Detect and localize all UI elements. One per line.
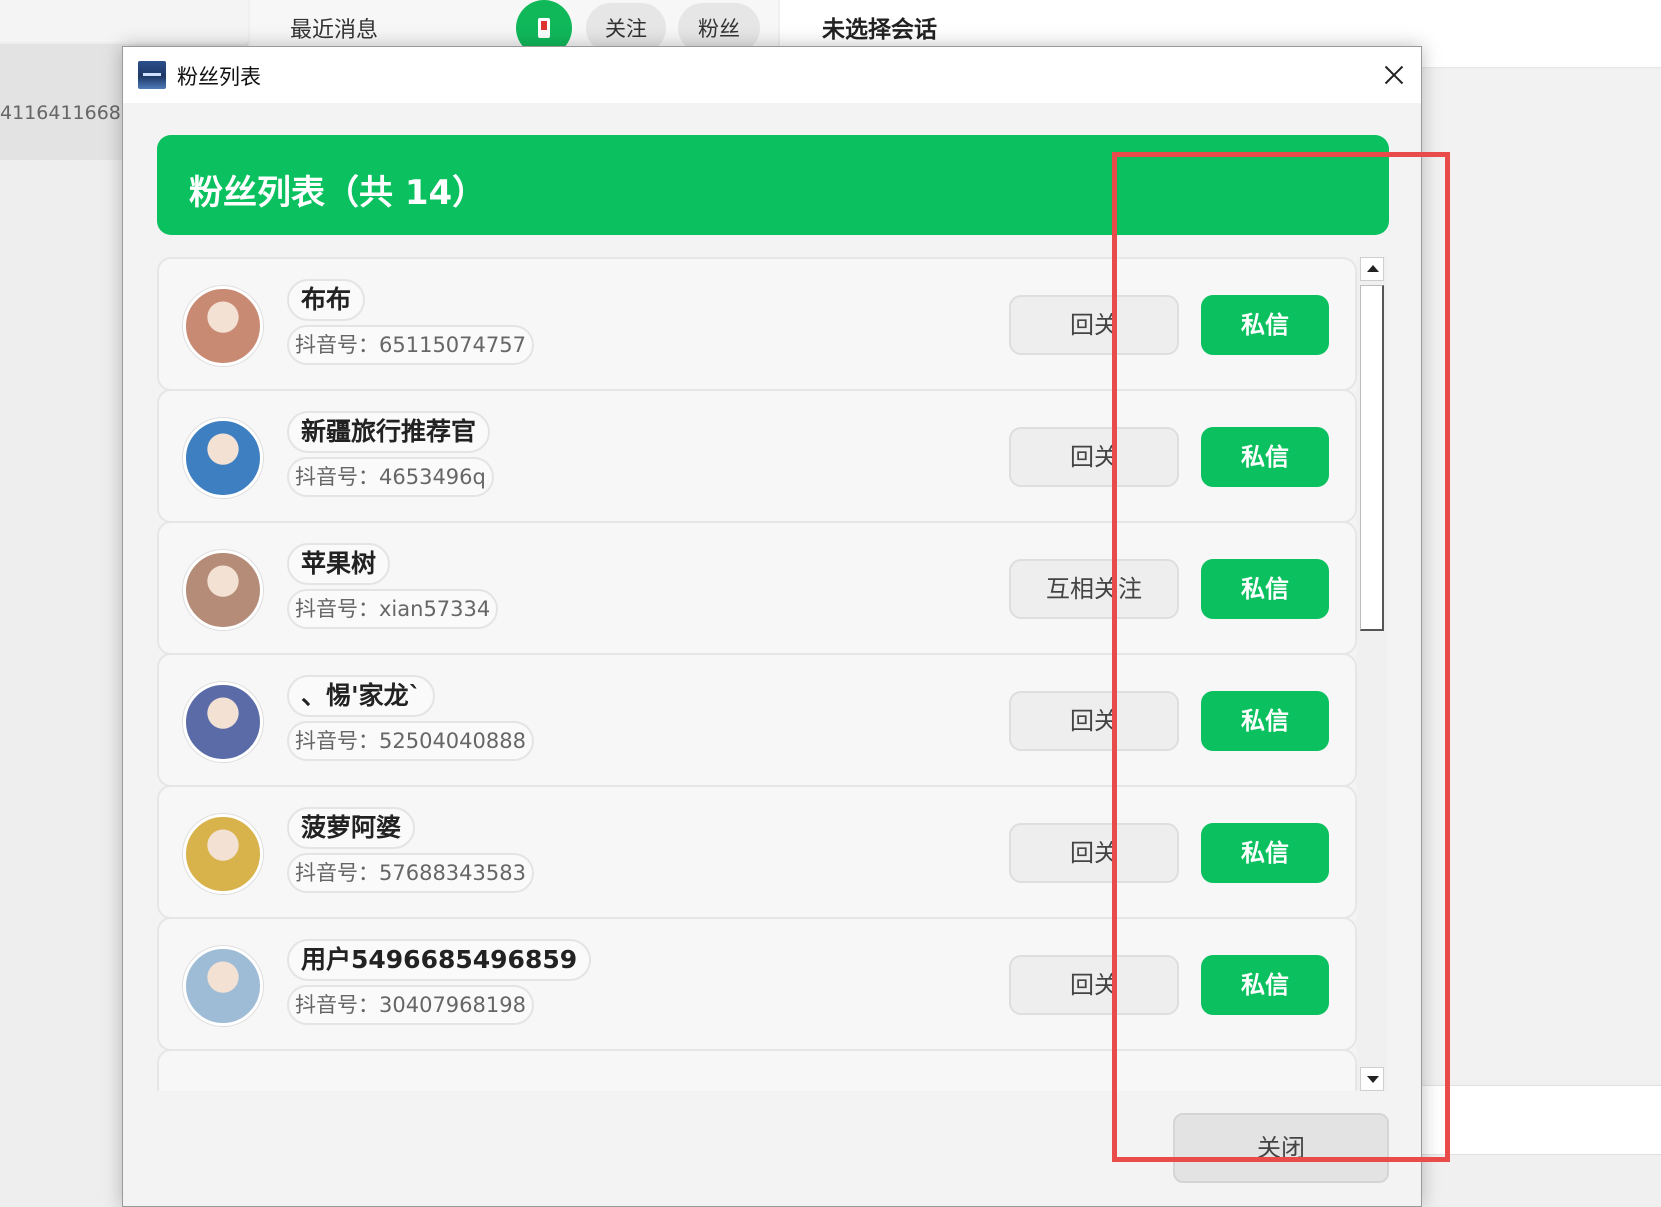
app-logo-icon <box>138 61 166 89</box>
avatar[interactable] <box>183 550 263 630</box>
avatar[interactable] <box>183 286 263 366</box>
direct-message-button[interactable]: 私信 <box>1201 427 1329 487</box>
scrollbar-thumb[interactable] <box>1360 285 1384 631</box>
close-icon[interactable] <box>1365 47 1421 103</box>
fan-douyin-id: 抖音号：30407968198 <box>287 985 534 1025</box>
tab-recent-messages[interactable]: 最近消息 <box>290 12 378 44</box>
background-session-id: 41164116680 <box>0 102 133 124</box>
fan-row: 新疆旅行推荐官 抖音号：4653496q 回关 私信 <box>157 389 1357 523</box>
fans-list-header-text: 粉丝列表（共 14） <box>189 173 487 213</box>
fan-row: 菠萝阿婆 抖音号：57688343583 回关 私信 <box>157 785 1357 919</box>
conversation-body <box>1422 70 1661 1080</box>
fans-list-dialog: 粉丝列表 粉丝列表（共 14） 布布 抖音号：65115074757 回关 私信… <box>122 46 1422 1207</box>
follow-back-button[interactable]: 回关 <box>1009 823 1179 883</box>
fan-row: 苹果树 抖音号：xian57334 互相关注 私信 <box>157 521 1357 655</box>
fan-name: 布布 <box>287 279 366 321</box>
scroll-up-icon[interactable] <box>1360 257 1384 281</box>
fan-name: 用户5496685496859 <box>287 939 592 981</box>
fan-douyin-id: 抖音号：57688343583 <box>287 853 534 893</box>
direct-message-button[interactable]: 私信 <box>1201 955 1329 1015</box>
direct-message-button[interactable]: 私信 <box>1201 295 1329 355</box>
close-button[interactable]: 关闭 <box>1173 1113 1389 1183</box>
no-session-label: 未选择会话 <box>822 17 937 43</box>
fan-name: 新疆旅行推荐官 <box>287 411 491 453</box>
scroll-down-icon[interactable] <box>1360 1067 1384 1091</box>
phone-icon <box>538 18 550 38</box>
dialog-titlebar: 粉丝列表 <box>123 47 1421 103</box>
avatar[interactable] <box>183 946 263 1026</box>
avatar[interactable] <box>183 814 263 894</box>
list-scrollbar[interactable] <box>1357 257 1387 1091</box>
follow-back-button[interactable]: 回关 <box>1009 427 1179 487</box>
fan-name: 、惕'家龙` <box>287 675 436 717</box>
avatar[interactable] <box>183 418 263 498</box>
fan-douyin-id: 抖音号：xian57334 <box>287 589 499 629</box>
fan-row: 用户5496685496859 抖音号：30407968198 回关 私信 <box>157 917 1357 1051</box>
dialog-title: 粉丝列表 <box>177 65 261 89</box>
fan-douyin-id: 抖音号：65115074757 <box>287 325 534 365</box>
fan-row: 布布 抖音号：65115074757 回关 私信 <box>157 257 1357 391</box>
follow-back-button[interactable]: 回关 <box>1009 295 1179 355</box>
follow-back-button[interactable]: 回关 <box>1009 955 1179 1015</box>
message-input-area[interactable] <box>1422 1085 1661 1155</box>
direct-message-button[interactable]: 私信 <box>1201 823 1329 883</box>
avatar[interactable] <box>183 682 263 762</box>
direct-message-button[interactable]: 私信 <box>1201 559 1329 619</box>
fan-row-partial <box>157 1049 1357 1091</box>
background-sidebar-header <box>0 0 248 42</box>
direct-message-button[interactable]: 私信 <box>1201 691 1329 751</box>
mutual-follow-button[interactable]: 互相关注 <box>1009 559 1179 619</box>
fan-row: 、惕'家龙` 抖音号：52504040888 回关 私信 <box>157 653 1357 787</box>
fans-list[interactable]: 布布 抖音号：65115074757 回关 私信 新疆旅行推荐官 抖音号：465… <box>157 257 1357 1091</box>
fan-name: 菠萝阿婆 <box>287 807 416 849</box>
fan-douyin-id: 抖音号：4653496q <box>287 457 494 497</box>
fan-name: 苹果树 <box>287 543 391 585</box>
follow-back-button[interactable]: 回关 <box>1009 691 1179 751</box>
fans-list-header: 粉丝列表（共 14） <box>157 135 1389 235</box>
fan-douyin-id: 抖音号：52504040888 <box>287 721 534 761</box>
